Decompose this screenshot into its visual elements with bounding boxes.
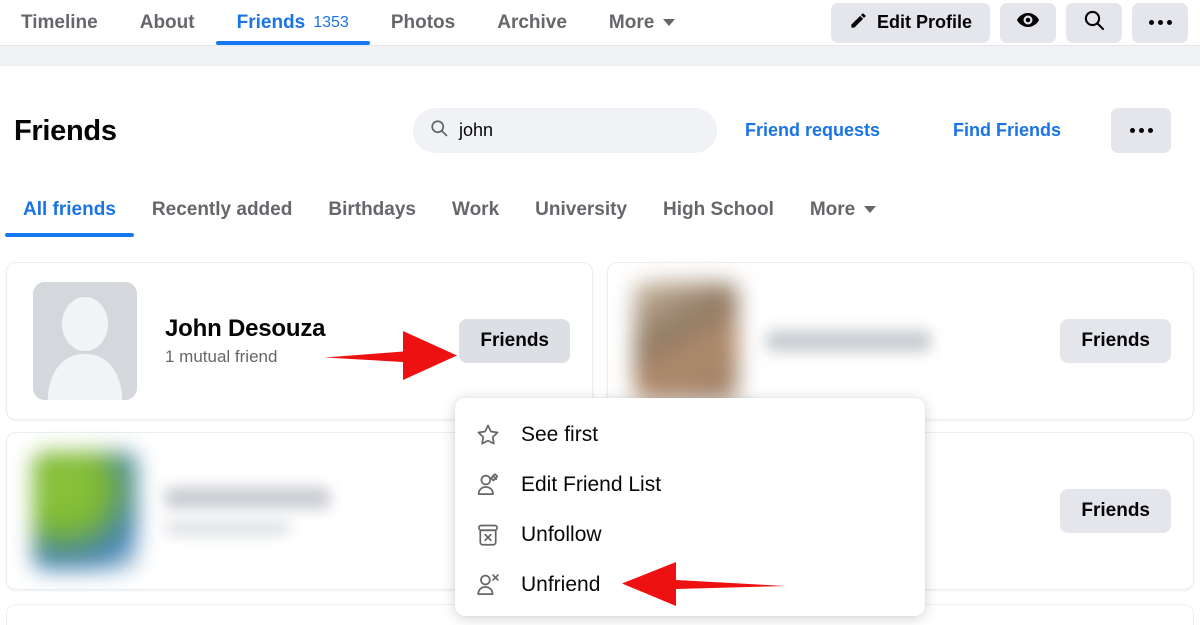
box-x-icon [473,520,503,550]
search-icon [429,118,449,143]
friend-info [766,330,1060,352]
profile-tab-more[interactable]: More [588,0,696,45]
friends-filter-tabs: All friends Recently added Birthdays Wor… [0,182,1200,237]
friends-status-button[interactable]: Friends [1060,489,1171,533]
dropdown-item-label: Unfriend [521,573,601,596]
search-input-value: john [459,120,494,140]
profile-tab-label: More [608,11,655,33]
star-icon [473,420,503,450]
pencil-icon [849,11,868,35]
avatar[interactable] [33,282,137,400]
tab-recently-added[interactable]: Recently added [134,182,310,237]
profile-tab-photos[interactable]: Photos [370,0,476,45]
tab-label: Recently added [151,198,293,220]
profile-tab-label: Timeline [21,11,98,33]
tab-university[interactable]: University [517,182,645,237]
profile-tab-label: Friends [236,11,306,33]
page-background-band [0,46,1200,66]
friend-requests-label: Friend requests [745,120,881,140]
tab-high-school[interactable]: High School [645,182,792,237]
person-x-icon [473,570,503,600]
friends-status-button[interactable]: Friends [1060,319,1171,363]
profile-tab-label: About [139,11,195,33]
tab-label: More [809,198,856,220]
friends-row: John Desouza 1 mutual friend Friends Fri… [0,262,1200,420]
dropdown-item-edit-friend-list[interactable]: Edit Friend List [455,460,925,510]
tab-more[interactable]: More [792,182,894,237]
eye-icon [1016,8,1040,37]
friend-info: John Desouza 1 mutual friend [165,315,459,367]
profile-nav-overflow-button[interactable] [1132,2,1188,43]
friend-name: John Desouza [165,315,326,342]
profile-nav: Timeline About Friends 1353 Photos Archi… [0,0,1200,45]
profile-tab-friends[interactable]: Friends 1353 [215,0,371,45]
ellipsis-icon [1129,128,1153,133]
friend-name-obscured [766,330,931,352]
search-icon [1082,8,1106,37]
friend-card-obscured-1[interactable]: Friends [607,262,1194,420]
profile-tab-archive[interactable]: Archive [476,0,588,45]
tab-work[interactable]: Work [434,182,517,237]
tab-all-friends[interactable]: All friends [5,182,134,237]
dropdown-item-unfollow[interactable]: Unfollow [455,510,925,560]
friend-requests-link[interactable]: Friend requests [745,108,880,153]
page-title: Friends [14,114,117,147]
tab-birthdays[interactable]: Birthdays [310,182,434,237]
find-friends-link[interactable]: Find Friends [953,108,1061,153]
friends-header-overflow-button[interactable] [1111,108,1171,153]
tab-label: University [535,198,628,220]
friend-options-dropdown: See first Edit Friend List Unfollow Unfr… [455,398,925,616]
dropdown-item-see-first[interactable]: See first [455,410,925,460]
chevron-down-icon [663,19,676,26]
tab-label: Birthdays [328,198,416,220]
mutual-friends-obscured [165,521,290,535]
edit-profile-button[interactable]: Edit Profile [830,2,990,43]
dropdown-item-label: See first [521,423,599,446]
tab-label: Work [451,198,500,220]
ellipsis-icon [1148,20,1172,25]
tab-label: High School [663,198,774,220]
view-as-button[interactable] [1000,2,1056,43]
friends-status-button[interactable]: Friends [459,319,570,363]
dropdown-item-label: Edit Friend List [521,473,662,496]
profile-nav-tabs: Timeline About Friends 1353 Photos Archi… [0,0,696,45]
person-pencil-icon [473,470,503,500]
friend-card-john-desouza[interactable]: John Desouza 1 mutual friend Friends [6,262,593,420]
tab-label: All friends [23,198,116,220]
profile-tab-label: Archive [497,11,567,33]
friends-count: 1353 [313,13,349,31]
search-friends-input[interactable]: john [413,108,717,153]
friend-name-obscured [165,487,330,509]
facebook-friends-page: Timeline About Friends 1353 Photos Archi… [0,0,1200,625]
chevron-down-icon [864,206,877,213]
dropdown-item-unfriend[interactable]: Unfriend [455,560,925,610]
profile-tab-label: Photos [390,11,456,33]
search-button[interactable] [1066,2,1122,43]
mutual-friends-text: 1 mutual friend [165,347,278,366]
find-friends-label: Find Friends [953,120,1061,140]
dropdown-item-label: Unfollow [521,523,602,546]
profile-tab-timeline[interactable]: Timeline [0,0,119,45]
avatar[interactable] [634,282,738,400]
avatar[interactable] [33,452,137,570]
edit-profile-label: Edit Profile [876,12,972,32]
profile-nav-actions: Edit Profile [830,2,1200,43]
profile-tab-about[interactable]: About [119,0,216,45]
